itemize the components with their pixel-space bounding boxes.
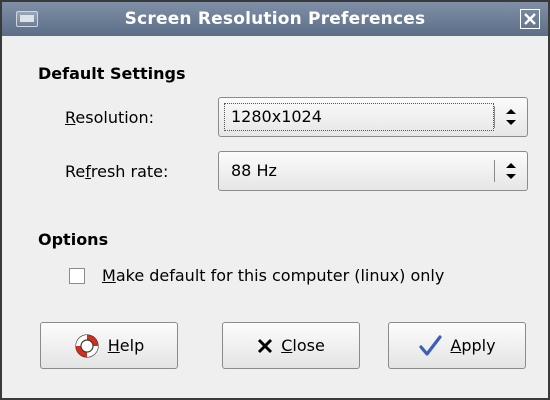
dialog-window: Screen Resolution Preferences Default Se… xyxy=(0,0,550,400)
options-heading: Options xyxy=(38,230,109,249)
updown-arrows-icon xyxy=(506,163,516,179)
window-title: Screen Resolution Preferences xyxy=(124,9,426,29)
updown-arrows-icon xyxy=(506,109,516,125)
resolution-label-text: esolution: xyxy=(75,108,154,127)
apply-mnemonic: A xyxy=(450,336,462,355)
help-mnemonic: H xyxy=(107,336,120,355)
close-window-button[interactable] xyxy=(520,9,540,29)
help-button[interactable]: Help xyxy=(40,322,178,369)
combo-separator xyxy=(494,106,495,128)
make-default-text: ake default for this computer (linux) on… xyxy=(115,266,445,285)
resolution-value: 1280x1024 xyxy=(231,107,322,126)
combo-separator xyxy=(494,160,495,182)
refresh-rate-label: Refresh rate: xyxy=(65,162,168,181)
apply-button-label: Apply xyxy=(450,336,495,355)
x-icon xyxy=(258,338,273,353)
lifebuoy-icon xyxy=(75,333,99,358)
apply-text: pply xyxy=(461,336,496,355)
title-bar[interactable]: Screen Resolution Preferences xyxy=(2,2,548,36)
refresh-rate-combobox[interactable]: 88 Hz xyxy=(218,151,528,191)
resolution-combobox[interactable]: 1280x1024 xyxy=(218,97,528,137)
close-icon xyxy=(524,13,536,25)
help-text: elp xyxy=(119,336,145,355)
close-text: lose xyxy=(292,336,325,355)
refresh-label-rest: resh rate: xyxy=(90,162,169,181)
help-button-label: Help xyxy=(108,336,144,355)
close-button-label: Close xyxy=(281,336,325,355)
make-default-mnemonic: M xyxy=(102,266,116,285)
close-mnemonic: C xyxy=(281,336,293,355)
refresh-label-pre: Re xyxy=(65,162,86,181)
default-settings-heading: Default Settings xyxy=(38,64,186,83)
checkmark-icon xyxy=(419,334,443,356)
refresh-rate-value: 88 Hz xyxy=(231,161,277,180)
make-default-checkbox[interactable] xyxy=(69,268,85,284)
apply-button[interactable]: Apply xyxy=(388,322,526,369)
resolution-label-mnemonic: R xyxy=(65,108,76,127)
make-default-label[interactable]: Make default for this computer (linux) o… xyxy=(102,266,444,285)
close-button[interactable]: Close xyxy=(222,322,360,369)
resolution-label: Resolution: xyxy=(65,108,154,127)
